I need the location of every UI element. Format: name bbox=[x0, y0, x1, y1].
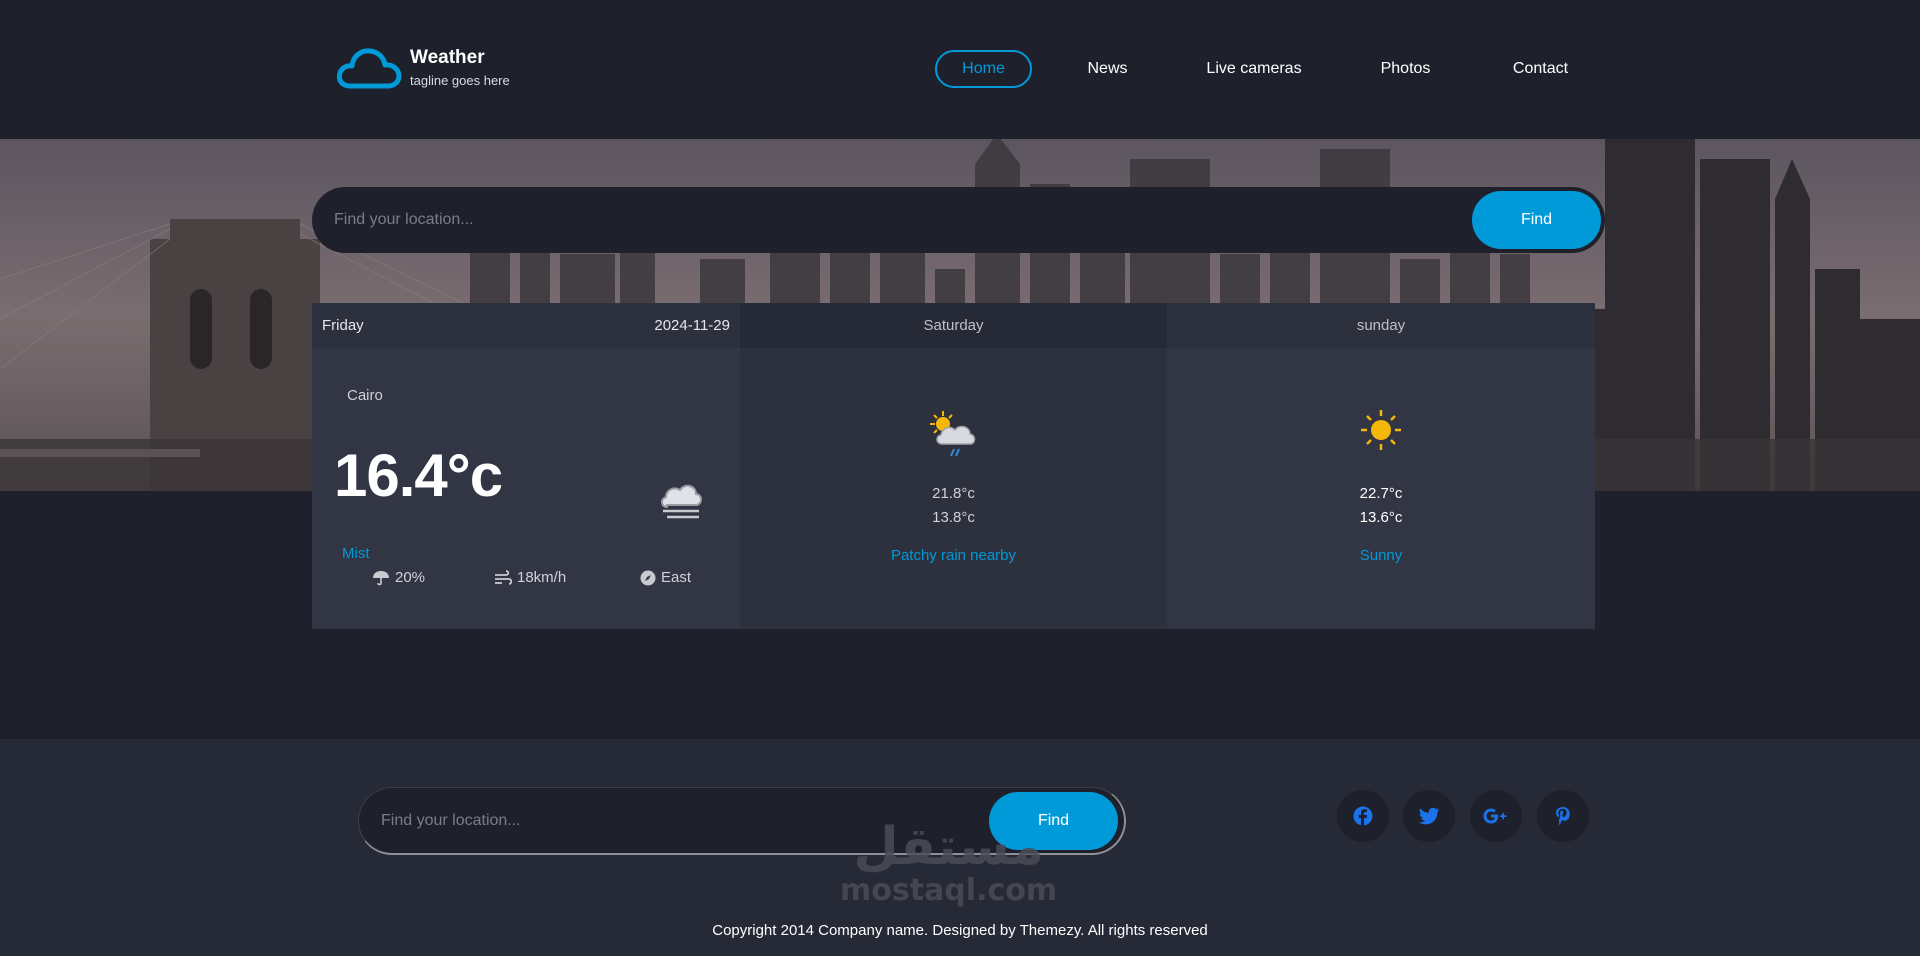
rain-chance-value: 20% bbox=[395, 569, 426, 586]
pinterest-link[interactable] bbox=[1537, 790, 1589, 842]
mostaql-watermark: مستقل mostaql.com bbox=[840, 819, 1057, 907]
wind-direction-value: East bbox=[661, 569, 692, 586]
nav-home[interactable]: Home bbox=[935, 50, 1032, 88]
google-plus-icon bbox=[1483, 808, 1507, 824]
google-plus-link[interactable] bbox=[1470, 790, 1522, 842]
wind-direction: East bbox=[640, 569, 691, 586]
site-header: Weather tagline goes here Home News Live… bbox=[0, 0, 1920, 139]
today-header: Friday 2024-11-29 bbox=[312, 303, 740, 348]
nav-news[interactable]: News bbox=[1070, 50, 1145, 88]
today-date-label: 2024-11-29 bbox=[654, 317, 730, 334]
find-button[interactable]: Find bbox=[1472, 191, 1601, 249]
twitter-icon bbox=[1418, 807, 1439, 825]
city-name: Cairo bbox=[347, 387, 383, 404]
cloud-logo-icon bbox=[336, 48, 402, 89]
day-header: sunday bbox=[1167, 303, 1595, 348]
location-search-input[interactable] bbox=[334, 187, 1434, 253]
brand-tagline: tagline goes here bbox=[410, 73, 510, 88]
day-temps: 22.7°c 13.6°c bbox=[1167, 482, 1595, 530]
copyright-text: Copyright 2014 Company name. Designed by… bbox=[712, 922, 1208, 939]
watermark-url-text: mostaql.com bbox=[840, 873, 1058, 908]
cloud-mist-icon bbox=[661, 484, 702, 519]
max-temperature: 22.7°c bbox=[1359, 485, 1403, 502]
facebook-icon bbox=[1353, 806, 1373, 826]
watermark-logo-text: مستقل bbox=[853, 817, 1044, 877]
day-header: Saturday bbox=[740, 303, 1167, 348]
nav-live-cameras[interactable]: Live cameras bbox=[1194, 50, 1314, 88]
forecast-day-card: Saturday 21.8°c 13.8°c Patchy rain nearb… bbox=[740, 303, 1167, 629]
max-temperature: 21.8°c bbox=[932, 485, 975, 502]
facebook-link[interactable] bbox=[1337, 790, 1389, 842]
umbrella-icon bbox=[373, 570, 389, 585]
sun-icon bbox=[1361, 410, 1401, 450]
compass-icon bbox=[640, 570, 656, 585]
today-condition: Mist bbox=[342, 545, 370, 562]
min-temperature: 13.8°c bbox=[932, 509, 975, 526]
site-footer: Find مستقل mostaql.com Copyright 2014 Co… bbox=[0, 739, 1920, 956]
forecast-today-card: Friday 2024-11-29 Cairo 16.4°c Mist 20% … bbox=[312, 303, 740, 629]
wind-speed-value: 18km/h bbox=[517, 569, 567, 586]
day-condition: Sunny bbox=[1359, 547, 1403, 564]
day-temps: 21.8°c 13.8°c bbox=[740, 482, 1167, 530]
nav-photos[interactable]: Photos bbox=[1368, 50, 1443, 88]
wind-speed: 18km/h bbox=[494, 569, 566, 586]
brand-logo[interactable]: Weather tagline goes here bbox=[336, 46, 510, 90]
sun-cloud-rain-icon bbox=[929, 411, 975, 457]
location-search-bar: Find bbox=[312, 187, 1605, 253]
brand-title: Weather bbox=[410, 47, 485, 68]
twitter-link[interactable] bbox=[1403, 790, 1455, 842]
today-day-label: Friday bbox=[322, 317, 364, 334]
min-temperature: 13.6°c bbox=[1359, 509, 1403, 526]
rain-chance: 20% bbox=[372, 569, 425, 586]
wind-icon bbox=[495, 569, 512, 585]
current-temperature: 16.4°c bbox=[334, 442, 503, 509]
forecast-panel: Friday 2024-11-29 Cairo 16.4°c Mist 20% … bbox=[312, 303, 1595, 629]
pinterest-icon bbox=[1556, 807, 1570, 825]
nav-contact[interactable]: Contact bbox=[1503, 50, 1578, 88]
day-condition: Patchy rain nearby bbox=[890, 547, 1017, 564]
forecast-day-card: sunday 22.7°c 13.6°c Sunny bbox=[1167, 303, 1595, 629]
